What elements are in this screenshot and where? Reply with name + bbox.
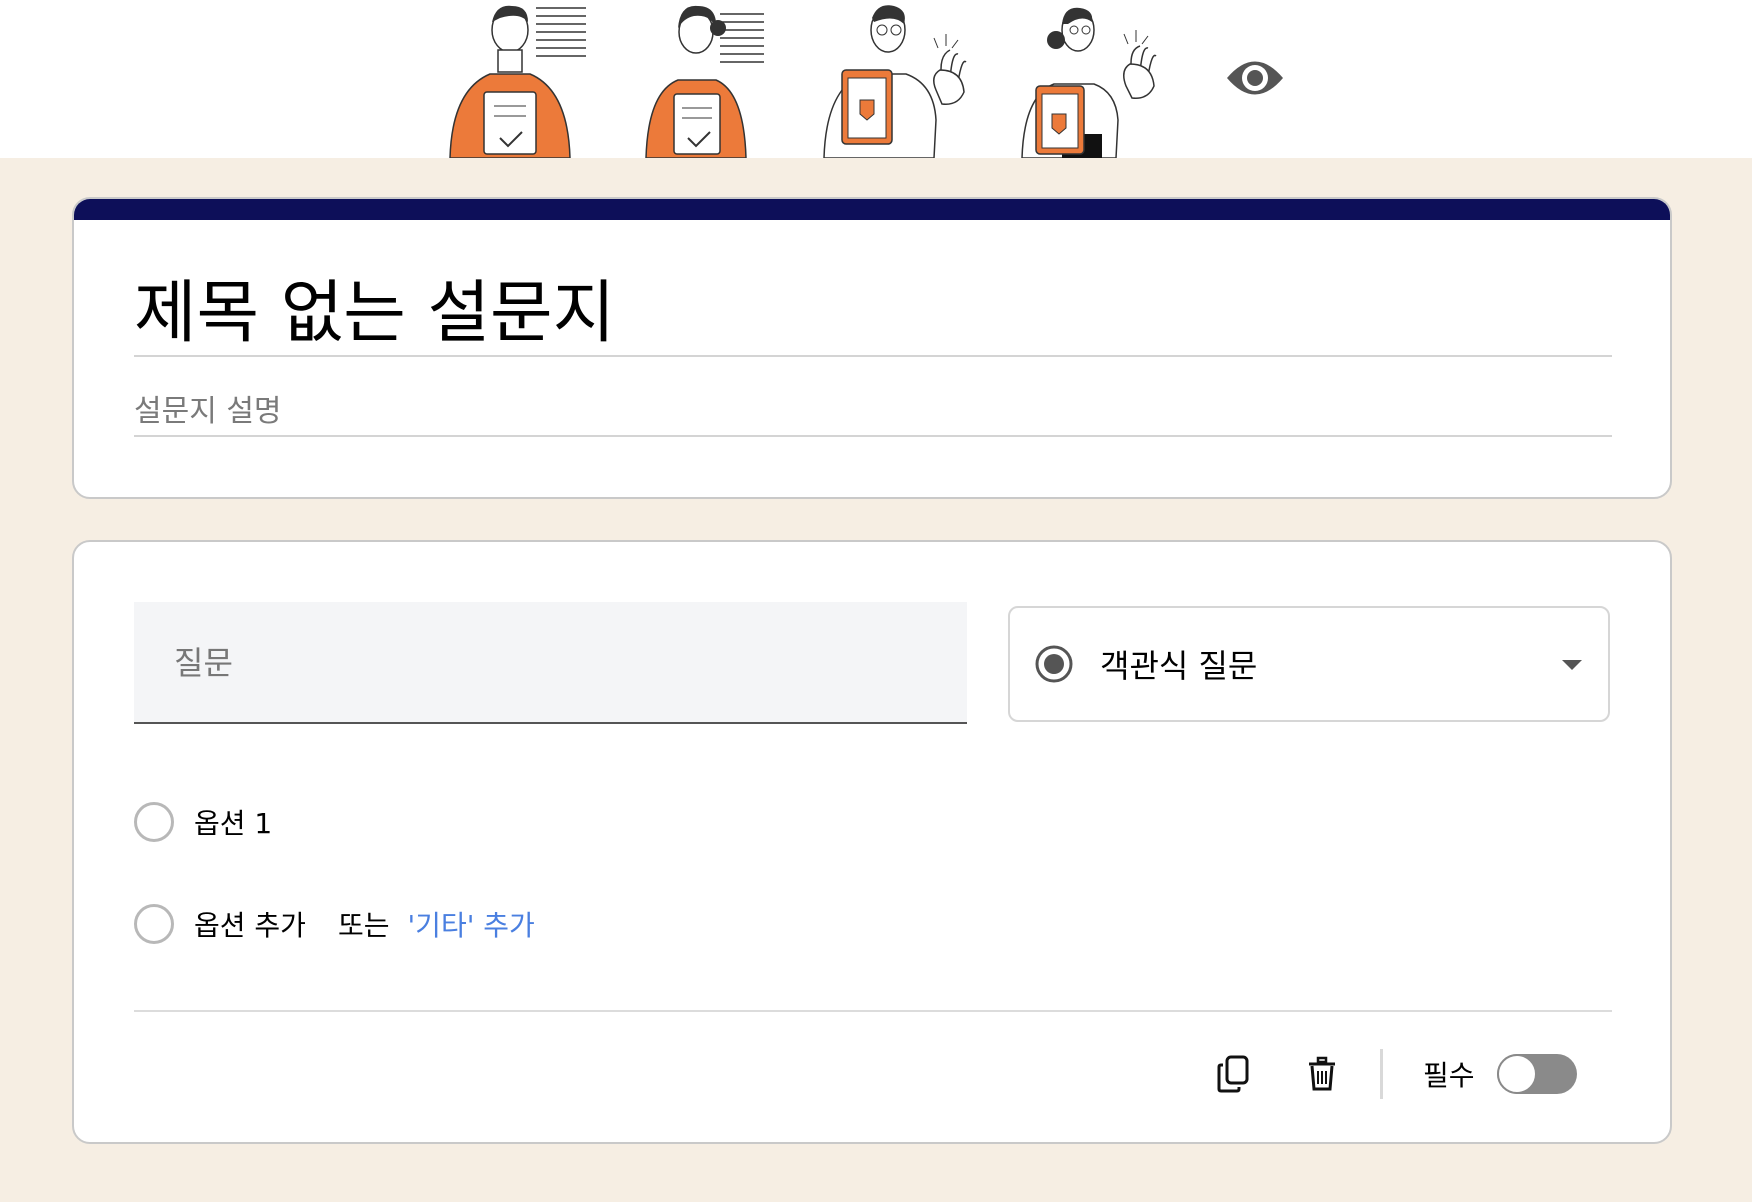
- question-title-input[interactable]: 질문: [134, 602, 967, 724]
- title-card-accent-bar: [74, 199, 1670, 220]
- duplicate-button[interactable]: [1204, 1044, 1264, 1104]
- delete-button[interactable]: [1292, 1044, 1352, 1104]
- option-label-input[interactable]: 옵션 1: [194, 802, 272, 842]
- preview-button[interactable]: [1222, 50, 1288, 106]
- question-type-dropdown[interactable]: 객관식 질문: [1008, 606, 1610, 722]
- option-row: 옵션 1: [134, 802, 272, 842]
- form-description-input[interactable]: 설문지 설명: [134, 391, 1612, 437]
- radio-button-unchecked-icon: [134, 904, 174, 944]
- doctor-with-clipboard-illustration: [823, 5, 967, 158]
- required-label: 필수: [1423, 1059, 1475, 1092]
- toggle-knob: [1496, 1054, 1537, 1094]
- required-toggle[interactable]: [1496, 1054, 1577, 1094]
- toolbar-separator: [1380, 1049, 1383, 1099]
- add-option-row: 옵션 추가 또는 '기타' 추가: [134, 904, 535, 944]
- form-title-input[interactable]: 제목 없는 설문지: [134, 271, 1612, 357]
- form-title-card: 제목 없는 설문지 설문지 설명: [72, 197, 1672, 499]
- add-option-button[interactable]: 옵션 추가: [194, 904, 306, 944]
- trash-icon: [1309, 1056, 1335, 1091]
- header-banner: [0, 0, 1752, 158]
- radio-button-unchecked-icon: [134, 802, 174, 842]
- woman-with-clipboard-illustration: [1021, 7, 1157, 158]
- chevron-down-icon: [1562, 660, 1582, 670]
- question-footer-toolbar: 필수: [1204, 1044, 1577, 1104]
- or-text: 또는: [337, 909, 390, 942]
- footer-divider: [134, 1010, 1612, 1012]
- radio-button-checked-icon: [1035, 645, 1073, 683]
- question-type-label: 객관식 질문: [1100, 647, 1258, 685]
- eye-icon: [1227, 61, 1283, 95]
- woman-with-checklist-illustration: [645, 5, 764, 158]
- person-with-checklist-illustration: [449, 5, 586, 158]
- add-other-link[interactable]: '기타' 추가: [407, 904, 534, 944]
- question-card: 질문 객관식 질문 옵션 1 옵션 추가 또는 '기타' 추가 필수: [72, 540, 1672, 1144]
- copy-icon: [1217, 1055, 1249, 1093]
